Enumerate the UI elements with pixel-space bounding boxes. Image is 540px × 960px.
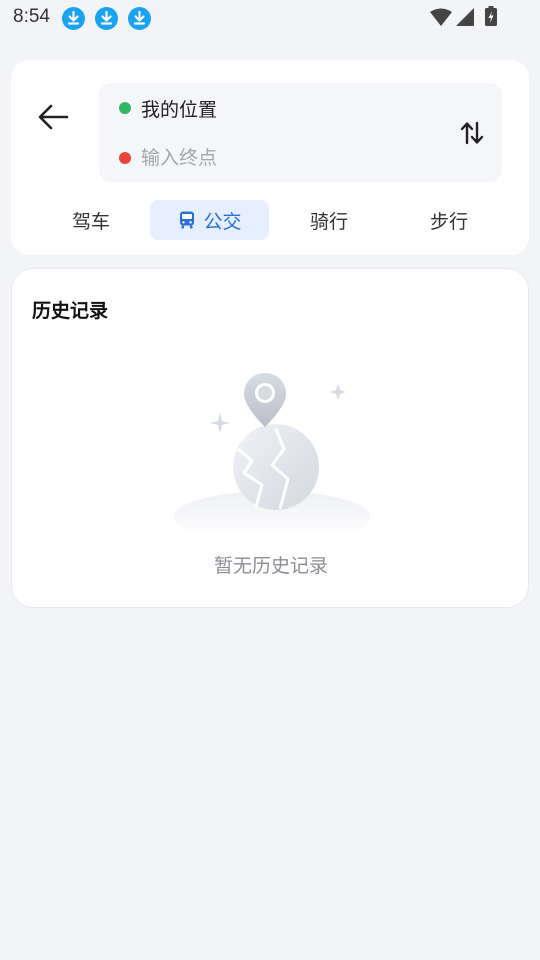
tab-walking[interactable]: 步行 xyxy=(409,200,489,240)
empty-location-globe-icon xyxy=(172,369,372,543)
wifi-icon xyxy=(430,8,452,30)
empty-history-text: 暂无历史记录 xyxy=(213,555,328,577)
status-time: 8:54 xyxy=(13,6,50,27)
tab-bus-label: 公交 xyxy=(203,210,242,233)
destination-input[interactable] xyxy=(141,147,421,169)
download-icon xyxy=(62,7,85,30)
end-location-row xyxy=(119,143,421,173)
tab-bus[interactable]: 公交 xyxy=(150,200,269,240)
tab-cycling[interactable]: 骑行 xyxy=(289,200,369,240)
tab-walking-label: 步行 xyxy=(429,210,468,233)
tab-drive-label: 驾车 xyxy=(71,210,110,233)
back-button[interactable] xyxy=(35,97,75,137)
status-bar: 8:54 xyxy=(0,0,540,38)
history-card: 历史记录 暂无历史记录 xyxy=(11,268,529,608)
tab-cycling-label: 骑行 xyxy=(309,210,348,233)
swap-vertical-icon xyxy=(460,121,484,145)
bus-icon xyxy=(177,210,197,230)
download-icon xyxy=(95,7,118,30)
download-icon xyxy=(128,7,151,30)
start-location-row[interactable]: 我的位置 xyxy=(119,93,217,123)
swap-route-button[interactable] xyxy=(458,119,486,147)
tab-drive[interactable]: 驾车 xyxy=(51,200,131,240)
end-dot-icon xyxy=(119,152,131,164)
route-card: 我的位置 驾车 xyxy=(11,60,529,255)
battery-charging-icon xyxy=(485,6,497,30)
route-endpoints: 我的位置 xyxy=(99,83,502,182)
signal-icon xyxy=(456,8,474,30)
start-location-label: 我的位置 xyxy=(141,98,218,121)
arrow-left-icon xyxy=(38,104,69,130)
travel-mode-tabs: 驾车 公交 骑行 步行 xyxy=(11,200,529,240)
history-title: 历史记录 xyxy=(32,300,109,322)
start-dot-icon xyxy=(119,102,131,114)
